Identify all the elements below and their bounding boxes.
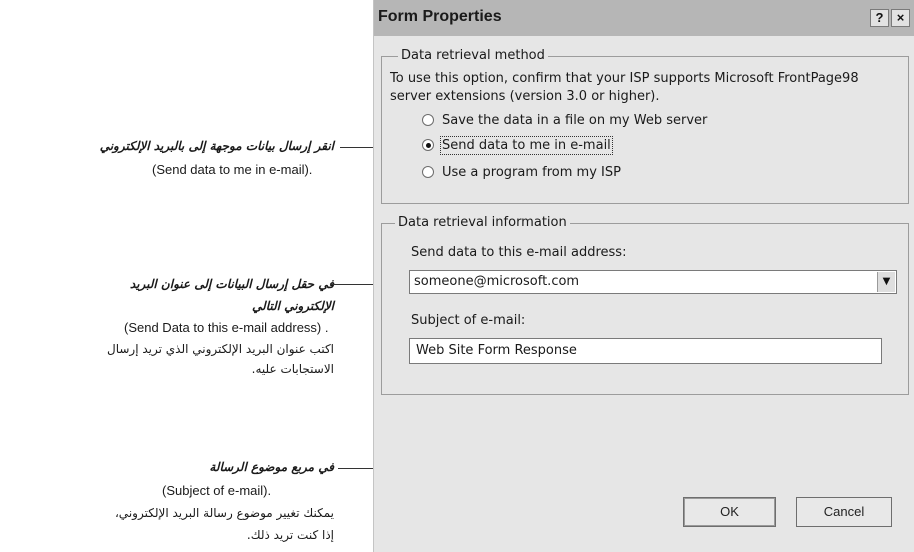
close-button[interactable]: ×: [891, 9, 910, 27]
callout-3-body-line1: يمكنك تغيير موضوع رسالة البريد الإلكترون…: [114, 506, 334, 520]
callout-1-text: انقر إرسال بيانات موجهة إلى بالبريد الإل…: [99, 139, 334, 153]
callout-3-body-line2: إذا كنت تريد ذلك.: [246, 528, 334, 542]
subject-label: Subject of e-mail:: [411, 313, 526, 328]
callout-2-text-line1: في حقل إرسال البيانات إلى عنوان البريد: [129, 277, 334, 291]
callout-2-body-line2: الاستجابات عليه.: [251, 362, 334, 376]
email-address-value: someone@microsoft.com: [414, 274, 580, 289]
save-to-file-radio[interactable]: [422, 114, 434, 126]
title-bar[interactable]: Form Properties ? ×: [374, 0, 914, 36]
callout-2-body-line1: اكتب عنوان البريد الإلكتروني الذي تريد إ…: [106, 342, 334, 356]
send-email-label[interactable]: Send data to me in e-mail: [440, 136, 613, 155]
callout-3-english: (Subject of e-mail).: [162, 483, 272, 498]
callout-2-english: (Send Data to this e-mail address) .: [124, 320, 329, 335]
retrieval-description-line2: server extensions (version 3.0 or higher…: [390, 89, 660, 104]
email-address-label: Send data to this e-mail address:: [411, 245, 627, 260]
data-retrieval-method-legend: Data retrieval method: [398, 48, 548, 63]
email-address-combo[interactable]: someone@microsoft.com ▼: [409, 270, 897, 294]
data-retrieval-information-legend: Data retrieval information: [395, 215, 570, 230]
dialog-title: Form Properties: [378, 8, 502, 25]
chevron-down-icon[interactable]: ▼: [877, 272, 895, 292]
callout-2-text-line2: الإلكتروني التالي: [252, 299, 334, 313]
ok-button[interactable]: OK: [683, 497, 776, 527]
send-email-radio[interactable]: [422, 139, 434, 151]
use-isp-program-radio[interactable]: [422, 166, 434, 178]
retrieval-description-line1: To use this option, confirm that your IS…: [390, 71, 859, 86]
cancel-button[interactable]: Cancel: [796, 497, 892, 527]
callout-3-text: في مربع موضوع الرسالة: [209, 460, 334, 474]
subject-field[interactable]: Web Site Form Response: [409, 338, 882, 364]
callout-1-english: (Send data to me in e-mail).: [152, 162, 313, 177]
subject-value: Web Site Form Response: [416, 343, 577, 358]
help-button[interactable]: ?: [870, 9, 889, 27]
use-isp-program-label[interactable]: Use a program from my ISP: [442, 165, 621, 180]
save-to-file-label[interactable]: Save the data in a file on my Web server: [442, 113, 707, 128]
